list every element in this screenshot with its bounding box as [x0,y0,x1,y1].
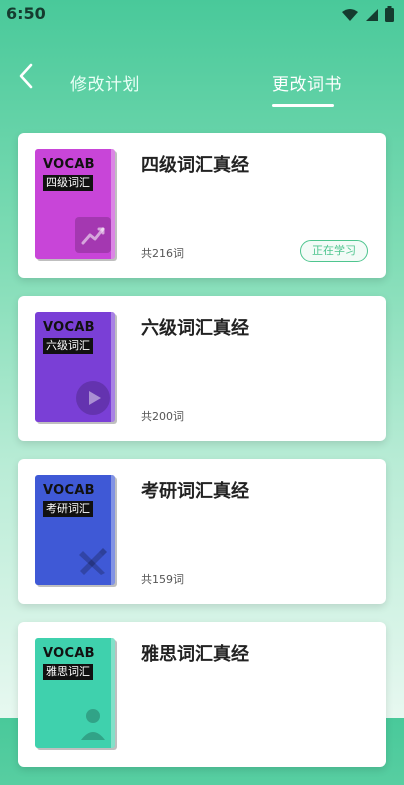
cover-brand: VOCAB [43,483,95,498]
book-card[interactable]: VOCAB 四级词汇 四级词汇真经 共216词 正在学习 [18,133,386,278]
trend-chart-icon [75,217,111,253]
status-bar: 6:50 [0,0,404,28]
tab-modify-plan[interactable]: 修改计划 [70,70,140,95]
book-cover: VOCAB 四级词汇 [35,149,115,259]
book-list: VOCAB 四级词汇 四级词汇真经 共216词 正在学习 VOCAB 六级词汇 [18,133,386,785]
book-title: 考研词汇真经 [141,481,249,502]
play-icon [75,380,111,416]
book-card[interactable]: VOCAB 雅思词汇 雅思词汇真经 [18,622,386,767]
book-title: 四级词汇真经 [141,155,249,176]
status-badge: 正在学习 [300,240,368,262]
person-icon [75,706,111,742]
cover-tag: 考研词汇 [43,501,93,517]
status-icons [341,6,394,26]
book-card[interactable]: VOCAB 考研词汇 考研词汇真经 共159词 [18,459,386,604]
book-card[interactable]: VOCAB 六级词汇 六级词汇真经 共200词 [18,296,386,441]
book-cover: VOCAB 考研词汇 [35,475,115,585]
cover-brand: VOCAB [43,320,95,335]
status-time: 6:50 [6,4,46,23]
word-count: 共159词 [141,573,184,586]
cover-brand: VOCAB [43,646,95,661]
book-cover: VOCAB 六级词汇 [35,312,115,422]
cover-tag: 六级词汇 [43,338,93,354]
book-title: 雅思词汇真经 [141,644,249,665]
active-tab-indicator [272,104,334,107]
cover-tag: 四级词汇 [43,175,93,191]
ruler-pencil-icon [75,543,111,579]
book-cover: VOCAB 雅思词汇 [35,638,115,748]
cover-tag: 雅思词汇 [43,664,93,680]
wifi-icon [341,7,359,26]
tab-change-book[interactable]: 更改词书 [272,70,342,95]
back-button[interactable] [12,63,40,93]
book-title: 六级词汇真经 [141,318,249,339]
word-count: 共200词 [141,410,184,423]
chevron-left-icon [18,63,34,93]
signal-icon [365,7,379,26]
cover-brand: VOCAB [43,157,95,172]
word-count: 共216词 [141,247,184,260]
battery-icon [385,6,394,26]
top-header: 修改计划 更改词书 [0,56,404,112]
